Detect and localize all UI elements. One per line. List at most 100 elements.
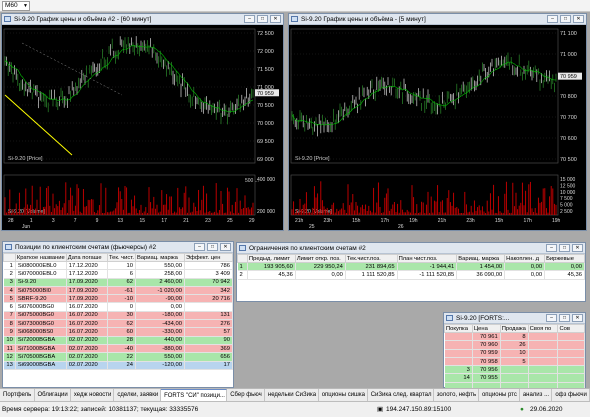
chart-canvas[interactable]: 71 10071 00070 90070 80070 70070 60070 5… — [289, 25, 586, 230]
minimize-button[interactable]: – — [194, 243, 205, 251]
positions-table: Краткое название Дата погаше Тек. чист. … — [3, 253, 234, 370]
table-cell: Si71000BGBA — [15, 344, 67, 354]
column-header[interactable]: Цена — [471, 324, 501, 333]
workspace-tab[interactable]: недельки СиЗика — [265, 389, 319, 401]
table-cell: 13 — [3, 361, 16, 370]
table-row[interactable]: 12 Si70500BGBA 02.07.2020 22 550,00 656 — [3, 352, 234, 362]
minimize-button[interactable]: – — [547, 15, 558, 23]
limits-window[interactable]: Ограничения по клиентским счетам #2 – □ ✕ … — [236, 242, 586, 302]
column-header[interactable]: Краткое название — [14, 253, 67, 262]
table-row[interactable]: 14 70 955 — [444, 373, 585, 383]
table-cell: SBRF-9.20 — [15, 294, 67, 304]
volume-tick-label: 15 000 — [560, 177, 576, 183]
workspace-tab[interactable]: FORTS "СИ" позици... — [161, 389, 228, 401]
chart-canvas[interactable]: 72 50072 00071 50071 00070 50070 00069 5… — [2, 25, 283, 230]
workspace-tab[interactable]: СиЗика след. квартал — [368, 389, 434, 401]
window-title-bar[interactable]: Si-9.20 [FORTS:... – □ ✕ — [444, 313, 585, 324]
workspace-tab[interactable]: анализ ... — [520, 389, 553, 401]
maximize-button[interactable]: □ — [560, 15, 571, 23]
column-header[interactable]: Продажа — [499, 324, 529, 333]
table-cell: -61 — [107, 286, 136, 296]
column-header[interactable]: Вариац. маржа — [456, 254, 506, 263]
column-header[interactable] — [3, 253, 16, 262]
close-button[interactable]: ✕ — [572, 314, 583, 322]
close-button[interactable]: ✕ — [220, 243, 231, 251]
table-row[interactable]: 70 961 8 — [444, 332, 585, 342]
column-header[interactable]: Биржевые — [544, 254, 585, 263]
column-header[interactable]: Тек.чист.поз. — [344, 254, 398, 263]
column-header[interactable]: Вариац. маржа — [134, 253, 185, 262]
window-title-bar[interactable]: Si-9.20 График цены и объёма - [5 минут]… — [289, 14, 586, 25]
table-row[interactable]: 1 Si080000EBL0 17.12.2020 10 550,00 786 — [3, 261, 234, 271]
window-title-bar[interactable]: Si-9.20 График цены и объёма #2 - [60 ми… — [2, 14, 283, 25]
date-tick-label: 15h — [495, 218, 504, 224]
workspace-tab[interactable]: опционы ртс — [479, 389, 520, 401]
chart-window-60min[interactable]: Si-9.20 График цены и объёма #2 - [60 ми… — [1, 13, 284, 231]
date-tick-label: 15 — [139, 218, 145, 224]
column-header[interactable]: Эффект. цен — [183, 253, 234, 262]
window-title-bar[interactable]: Позиции по клиентским счетам (фьючерсы) … — [3, 242, 233, 253]
column-header[interactable] — [237, 254, 248, 263]
chart-window-5min[interactable]: Si-9.20 График цены и объёма - [5 минут]… — [288, 13, 587, 231]
table-cell — [528, 365, 559, 375]
column-header[interactable]: Дата погаше — [65, 253, 108, 262]
close-button[interactable]: ✕ — [572, 244, 583, 252]
date-tick-label: 19h — [552, 218, 561, 224]
workspace-tab[interactable]: опционы сишка — [319, 389, 368, 401]
order-book-window[interactable]: Si-9.20 [FORTS:... – □ ✕ Покупка Цена Прод… — [443, 312, 586, 392]
minimize-button[interactable]: – — [546, 314, 557, 322]
column-header[interactable]: Тек. чист. — [106, 253, 136, 262]
table-row[interactable]: 8 Si073000BG0 16.07.2020 62 -434,00 276 — [3, 319, 234, 329]
workspace-tab[interactable]: золото, нефть — [434, 389, 479, 401]
table-row[interactable]: 2 Si070000EBL0 17.12.2020 6 258,00 3 409 — [3, 269, 234, 279]
table-row[interactable]: 11 Si71000BGBA 02.07.2020 -40 -880,00 369 — [3, 344, 234, 354]
column-header[interactable]: Покупка — [444, 324, 473, 333]
column-header[interactable]: Лимит откр. поз. — [294, 254, 346, 263]
window-title-bar[interactable]: Ограничения по клиентским счетам #2 – □ ✕ — [237, 243, 585, 254]
table-row[interactable]: 3 Si-9.20 17.09.2020 62 2 460,00 70 942 — [3, 278, 234, 287]
table-row[interactable]: 13 Si69000BGBA 02.07.2020 24 -120,00 17 — [3, 361, 234, 370]
table-row[interactable]: 6 Si076000BG0 16.07.2020 0 0,00 — [3, 302, 234, 312]
column-header[interactable]: Предыд. лимит — [246, 254, 296, 263]
workspace-tab[interactable]: Сбер фьюч — [227, 389, 265, 401]
maximize-button[interactable]: □ — [559, 244, 570, 252]
table-cell: 10 — [3, 336, 16, 345]
column-header[interactable]: Накоплен. д — [504, 254, 546, 263]
table-row[interactable]: 10 Si72000BGBA 02.07.2020 28 440,00 90 — [3, 336, 234, 345]
positions-window[interactable]: Позиции по клиентским счетам (фьючерсы) … — [2, 241, 234, 388]
table-row[interactable]: 1 193 905,60 229 950,24 231 894,65 -1 944,41… — [237, 262, 585, 272]
table-row[interactable]: 3 70 956 — [444, 365, 585, 375]
workspace-tab[interactable]: хедж новости — [71, 389, 115, 401]
table-row[interactable]: 5 SBRF-9.20 17.09.2020 -10 -90,00 20 716 — [3, 294, 234, 304]
workspace-tab[interactable]: Облигации — [35, 389, 71, 401]
maximize-button[interactable]: □ — [207, 243, 218, 251]
column-header[interactable]: Своя по — [527, 324, 559, 333]
table-cell — [557, 332, 585, 342]
table-row[interactable]: 70 959 10 — [444, 349, 585, 358]
timeframe-select[interactable]: M60 ▼ — [2, 1, 30, 11]
table-row[interactable]: 4 Si075000BI0 17.09.2020 -61 -1 020,00 342 — [3, 286, 234, 296]
date-tick-label: 17h — [523, 218, 532, 224]
table-cell: 3 — [444, 365, 473, 375]
table-cell: Si72000BGBA — [15, 336, 67, 345]
table-row[interactable]: 9 Si068000BS0 16.07.2020 60 -330,00 57 — [3, 327, 234, 337]
workspace-tab[interactable]: сделки, заявки — [114, 389, 162, 401]
minimize-button[interactable]: – — [546, 244, 557, 252]
close-button[interactable]: ✕ — [270, 15, 281, 23]
column-header[interactable]: План чист.поз. — [396, 254, 458, 263]
maximize-button[interactable]: □ — [257, 15, 268, 23]
column-header[interactable]: Сов — [557, 324, 585, 333]
workspace-tab[interactable]: Портфель — [0, 389, 35, 401]
close-button[interactable]: ✕ — [573, 15, 584, 23]
minimize-button[interactable]: – — [244, 15, 255, 23]
table-row[interactable]: 2 45,36 0,00 1 111 520,85 -1 111 520,85 36 09… — [237, 270, 585, 280]
table-row[interactable]: 70 960 26 — [444, 340, 585, 350]
workspace-tab[interactable]: офз фьючи — [552, 389, 590, 401]
price-pane — [290, 28, 559, 164]
table-row[interactable]: 7 Si075000BG0 16.07.2020 30 -180,00 131 — [3, 311, 234, 321]
maximize-button[interactable]: □ — [559, 314, 570, 322]
volume-tick-label: 12 500 — [560, 183, 576, 189]
date-tick-label: 21 — [183, 218, 189, 224]
chevron-down-icon[interactable]: ▼ — [23, 2, 28, 10]
table-row[interactable]: 70 958 5 — [444, 357, 585, 367]
